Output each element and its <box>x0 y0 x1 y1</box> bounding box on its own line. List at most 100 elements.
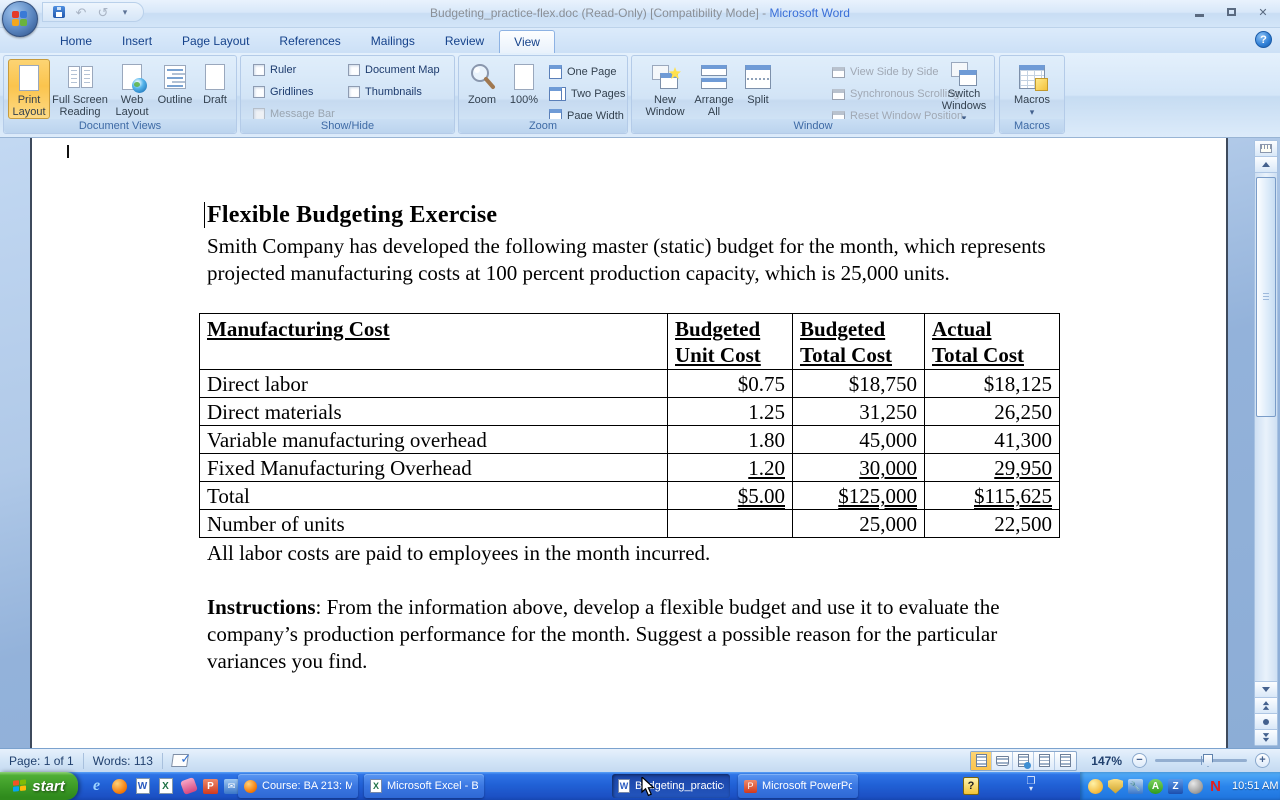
excel-icon[interactable] <box>157 778 174 795</box>
zoom-level[interactable]: 147% <box>1091 754 1122 768</box>
restore-button[interactable] <box>1222 5 1240 19</box>
help-tray-icon[interactable] <box>963 777 979 795</box>
taskbar-expand-icon[interactable] <box>1024 778 1038 794</box>
cell-value: 29,950 <box>925 454 1060 482</box>
redo-icon[interactable]: ↺ <box>95 4 111 20</box>
one-page-button[interactable]: One Page <box>549 63 617 81</box>
help-icon[interactable]: ? <box>1255 31 1272 48</box>
web-layout-button[interactable]: Web Layout <box>110 59 154 119</box>
switch-windows-button[interactable]: Switch Windows <box>938 59 990 119</box>
outline-label: Outline <box>158 94 193 106</box>
cell-value: 1.25 <box>668 398 793 426</box>
tab-page-layout[interactable]: Page Layout <box>167 29 264 53</box>
minimize-button[interactable] <box>1190 5 1208 19</box>
two-pages-button[interactable]: Two Pages <box>549 85 625 103</box>
task-button-excel[interactable]: Microsoft Excel - Bud... <box>364 774 484 798</box>
draft-view-button[interactable] <box>1055 752 1076 770</box>
office-button[interactable] <box>2 1 38 37</box>
qat-customize-arrow-icon[interactable]: ▾ <box>117 4 133 20</box>
z-icon[interactable] <box>1168 779 1183 794</box>
tab-insert[interactable]: Insert <box>107 29 167 53</box>
green-a-icon[interactable] <box>1148 779 1163 794</box>
document-page[interactable]: Flexible Budgeting Exercise Smith Compan… <box>30 138 1228 748</box>
doc-instructions-paragraph: Instructions: From the information above… <box>207 594 1067 675</box>
outlook-icon[interactable] <box>224 779 239 794</box>
group-macros: Macros Macros <box>999 55 1065 134</box>
outline-view-button[interactable] <box>1034 752 1055 770</box>
vertical-scrollbar[interactable] <box>1254 140 1278 746</box>
red-n-icon[interactable] <box>1208 779 1223 794</box>
table-row: Fixed Manufacturing Overhead 1.20 30,000… <box>200 454 1060 482</box>
tab-references[interactable]: References <box>264 29 355 53</box>
spellcheck-status-icon[interactable] <box>163 749 197 772</box>
previous-page-button[interactable] <box>1255 697 1277 713</box>
arrange-all-button[interactable]: Arrange All <box>690 59 738 119</box>
tab-home[interactable]: Home <box>45 29 107 53</box>
full-screen-reading-view-button[interactable] <box>992 752 1013 770</box>
outline-button[interactable]: Outline <box>154 59 196 119</box>
quick-launch-bar <box>88 772 239 800</box>
document-map-label: Document Map <box>365 64 440 76</box>
clock[interactable]: 10:51 AM <box>1232 780 1278 792</box>
doc-heading: Flexible Budgeting Exercise <box>207 200 1067 230</box>
firefox-icon[interactable] <box>111 778 128 795</box>
table-row: Variable manufacturing overhead 1.80 45,… <box>200 426 1060 454</box>
tab-review[interactable]: Review <box>430 29 499 53</box>
thumbnails-checkbox[interactable]: Thumbnails <box>348 86 422 98</box>
split-button[interactable]: Split <box>740 59 776 119</box>
wrench-icon[interactable] <box>1128 779 1143 794</box>
scroll-up-button[interactable] <box>1255 157 1277 173</box>
undo-icon[interactable]: ↶ <box>73 4 89 20</box>
view-ruler-toggle-button[interactable] <box>1255 141 1277 157</box>
start-button[interactable]: start <box>0 772 78 800</box>
paragraph-mark <box>67 145 69 158</box>
word-icon[interactable] <box>134 778 151 795</box>
new-window-button[interactable]: New Window <box>642 59 688 119</box>
zoom-out-button[interactable]: − <box>1132 753 1147 768</box>
scrollbar-thumb[interactable] <box>1256 177 1276 417</box>
next-page-button[interactable] <box>1255 729 1277 745</box>
draft-button[interactable]: Draft <box>196 59 234 119</box>
save-icon[interactable] <box>51 4 67 20</box>
task-button-word-active[interactable]: Budgeting_practice-fl... <box>612 774 730 798</box>
page-indicator[interactable]: Page: 1 of 1 <box>0 749 83 772</box>
zoom-slider[interactable] <box>1155 759 1247 762</box>
zoom-100-button[interactable]: 100% <box>505 59 543 119</box>
zoom-button[interactable]: Zoom <box>463 59 501 119</box>
smiley-icon[interactable] <box>1088 779 1103 794</box>
tab-mailings[interactable]: Mailings <box>356 29 430 53</box>
select-browse-object-button[interactable] <box>1255 713 1277 729</box>
task-label: Microsoft PowerPoint ... <box>762 780 852 792</box>
sphere-icon[interactable] <box>1188 779 1203 794</box>
tab-view[interactable]: View <box>499 30 555 54</box>
shield-icon[interactable] <box>1108 779 1123 794</box>
row-label: Direct labor <box>200 370 668 398</box>
powerpoint-icon[interactable] <box>203 779 218 794</box>
cell-value: 41,300 <box>925 426 1060 454</box>
task-button-powerpoint[interactable]: Microsoft PowerPoint ... <box>738 774 858 798</box>
side-by-side-label: View Side by Side <box>850 66 938 78</box>
scroll-down-button[interactable] <box>1255 681 1277 697</box>
doc-note-paragraph: All labor costs are paid to employees in… <box>207 540 1067 567</box>
key-icon[interactable] <box>180 778 197 795</box>
task-button-browser[interactable]: Course: BA 213: Man... <box>238 774 358 798</box>
web-layout-view-button[interactable] <box>1013 752 1034 770</box>
full-screen-reading-button[interactable]: Full Screen Reading <box>52 59 108 119</box>
internet-explorer-icon[interactable] <box>88 778 105 795</box>
close-button[interactable]: ✕ <box>1254 5 1272 19</box>
gridlines-checkbox[interactable]: Gridlines <box>253 86 313 98</box>
cell-value: 31,250 <box>793 398 925 426</box>
full-screen-reading-label: Full Screen Reading <box>52 94 108 118</box>
header-actual-total-cost: ActualTotal Cost <box>925 314 1060 370</box>
word-count-indicator[interactable]: Words: 113 <box>84 749 162 772</box>
macros-button[interactable]: Macros <box>1008 59 1056 119</box>
print-layout-button[interactable]: Print Layout <box>8 59 50 119</box>
document-map-checkbox[interactable]: Document Map <box>348 64 440 76</box>
print-layout-view-button[interactable] <box>971 752 992 770</box>
zoom-in-button[interactable]: + <box>1255 753 1270 768</box>
zoom-slider-thumb[interactable] <box>1203 754 1213 767</box>
header-budgeted-total-cost: BudgetedTotal Cost <box>793 314 925 370</box>
ruler-checkbox[interactable]: Ruler <box>253 64 296 76</box>
zoom-100-icon <box>508 62 540 92</box>
checkbox-icon <box>348 64 360 76</box>
